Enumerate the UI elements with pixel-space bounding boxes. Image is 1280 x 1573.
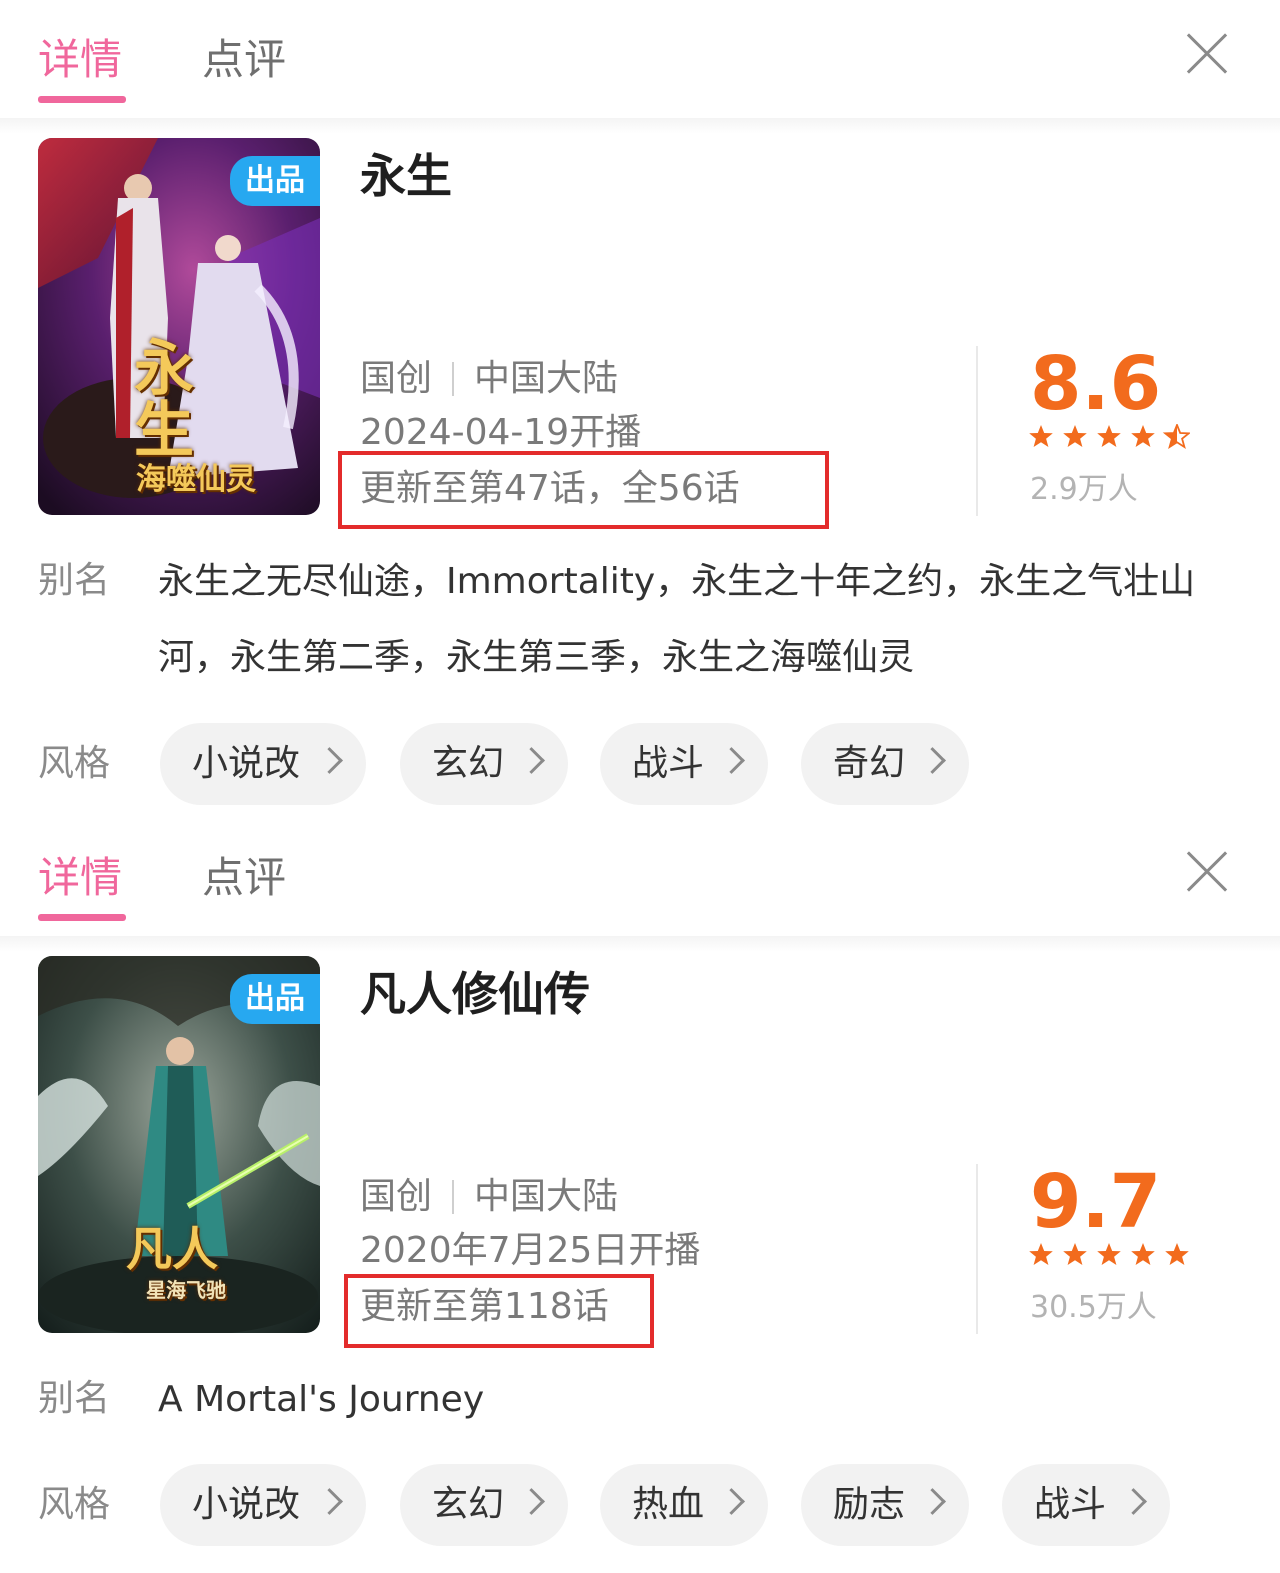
chevron-right-icon xyxy=(1120,1488,1147,1515)
tag-chip[interactable]: 战斗 xyxy=(1002,1464,1170,1546)
tab-reviews[interactable]: 点评 xyxy=(202,32,286,88)
star-icon xyxy=(1131,1243,1155,1265)
style-label: 风格 xyxy=(38,743,111,784)
tab-bar: 详情 点评 xyxy=(0,0,1280,118)
chevron-right-icon xyxy=(518,1488,545,1515)
chevron-right-icon xyxy=(919,1488,946,1515)
detail-panel-2: 详情 点评 出品 凡人 星海飞驰 凡人修仙传 国创 中国大陆 2020年7月25… xyxy=(0,818,1280,1573)
tag-chip[interactable]: 奇幻 xyxy=(801,723,969,805)
rating-score: 9.7 xyxy=(1030,1159,1162,1245)
active-tab-indicator xyxy=(38,914,126,921)
category-text: 国创 xyxy=(360,358,433,399)
star-icon xyxy=(1131,425,1155,447)
tag-label: 小说改 xyxy=(192,743,301,784)
tag-label: 励志 xyxy=(833,1484,906,1525)
region-text: 中国大陆 xyxy=(474,1176,619,1217)
star-icon xyxy=(1063,425,1087,447)
release-date: 2024-04-19开播 xyxy=(360,412,642,453)
show-title: 凡人修仙传 xyxy=(360,967,590,1021)
divider-shadow xyxy=(0,936,1280,952)
style-label: 风格 xyxy=(38,1484,111,1525)
rating-stars xyxy=(1029,424,1190,448)
vertical-divider xyxy=(976,346,978,516)
tag-chip[interactable]: 玄幻 xyxy=(400,723,568,805)
chevron-right-icon xyxy=(316,1488,343,1515)
chevron-right-icon xyxy=(718,1488,745,1515)
tag-label: 奇幻 xyxy=(833,743,906,784)
highlight-box xyxy=(338,451,829,529)
tag-label: 战斗 xyxy=(1034,1484,1107,1525)
tab-bar: 详情 点评 xyxy=(0,818,1280,936)
star-icon xyxy=(1097,1243,1121,1265)
alias-label: 别名 xyxy=(38,1378,111,1419)
vertical-divider xyxy=(976,1164,978,1334)
cover-image[interactable]: 出品 永生 海噬仙灵 xyxy=(38,138,320,515)
produced-badge: 出品 xyxy=(230,156,320,206)
rating-score: 8.6 xyxy=(1030,341,1162,427)
cover-logo-subtitle: 星海飞驰 xyxy=(146,1278,226,1302)
detail-panel-1: 详情 点评 出品 永生 海噬仙灵 永生 国创 中国大陆 2024-04-19开播… xyxy=(0,0,1280,818)
rating-stars xyxy=(1029,1243,1189,1265)
tag-chip[interactable]: 玄幻 xyxy=(400,1464,568,1546)
tab-details[interactable]: 详情 xyxy=(38,32,122,88)
tag-label: 小说改 xyxy=(192,1484,301,1525)
chevron-right-icon xyxy=(919,747,946,774)
chevron-right-icon xyxy=(518,747,545,774)
rating-count: 2.9万人 xyxy=(1030,472,1138,507)
tag-chip[interactable]: 战斗 xyxy=(600,723,768,805)
divider-shadow xyxy=(0,118,1280,134)
rating-count: 30.5万人 xyxy=(1030,1290,1157,1325)
cover-logo-title: 凡人 xyxy=(126,1222,218,1276)
alias-text: A Mortal's Journey xyxy=(158,1379,485,1420)
tag-label: 战斗 xyxy=(632,743,705,784)
tag-label: 玄幻 xyxy=(432,1484,505,1525)
tag-chip[interactable]: 小说改 xyxy=(160,723,366,805)
tag-label: 玄幻 xyxy=(432,743,505,784)
half-star-icon xyxy=(1164,424,1190,448)
close-icon[interactable] xyxy=(1182,28,1232,78)
meta-line: 国创 中国大陆 xyxy=(360,1174,618,1220)
chevron-right-icon xyxy=(316,747,343,774)
close-icon[interactable] xyxy=(1182,846,1232,896)
region-text: 中国大陆 xyxy=(474,358,619,399)
star-icon xyxy=(1029,1243,1053,1265)
highlight-box xyxy=(344,1274,654,1348)
cover-logo-title: 永生 xyxy=(134,334,194,466)
tab-details[interactable]: 详情 xyxy=(38,850,122,906)
cover-logo-subtitle: 海噬仙灵 xyxy=(136,462,256,497)
star-icon xyxy=(1165,1243,1189,1265)
tag-chip[interactable]: 小说改 xyxy=(160,1464,366,1546)
tab-reviews[interactable]: 点评 xyxy=(202,850,286,906)
category-text: 国创 xyxy=(360,1176,433,1217)
star-icon xyxy=(1063,1243,1087,1265)
separator xyxy=(452,362,455,396)
tag-chip[interactable]: 热血 xyxy=(600,1464,768,1546)
alias-label: 别名 xyxy=(38,560,111,601)
star-icon xyxy=(1097,425,1121,447)
separator xyxy=(452,1180,455,1214)
release-date: 2020年7月25日开播 xyxy=(360,1230,701,1271)
active-tab-indicator xyxy=(38,96,126,103)
tag-chip[interactable]: 励志 xyxy=(801,1464,969,1546)
show-title: 永生 xyxy=(360,149,452,203)
cover-image[interactable]: 出品 凡人 星海飞驰 xyxy=(38,956,320,1333)
star-icon xyxy=(1029,425,1053,447)
alias-text: 永生之无尽仙途，Immortality，永生之十年之约，永生之气壮山河，永生第二… xyxy=(158,561,1196,678)
produced-badge: 出品 xyxy=(230,974,320,1024)
tag-label: 热血 xyxy=(632,1484,705,1525)
meta-line: 国创 中国大陆 xyxy=(360,356,618,402)
chevron-right-icon xyxy=(718,747,745,774)
